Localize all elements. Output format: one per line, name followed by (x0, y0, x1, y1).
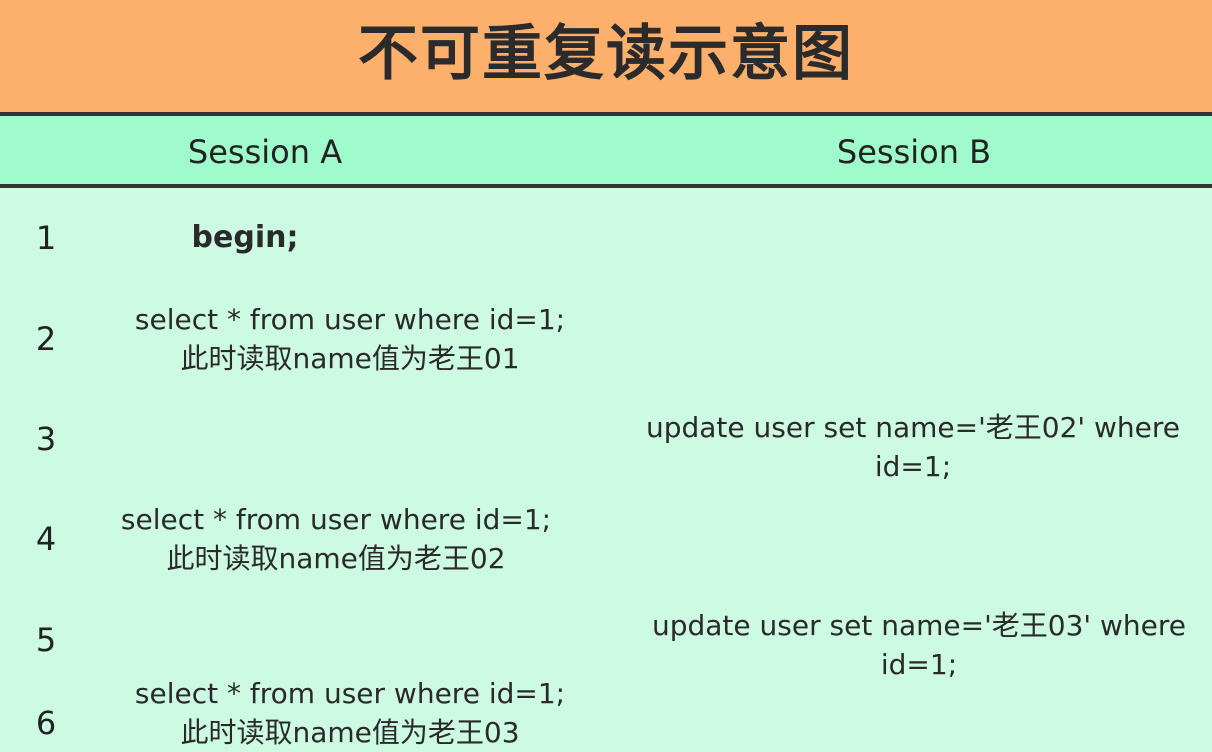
row-number: 4 (35, 520, 57, 558)
row-number: 1 (35, 219, 57, 257)
title-bar: 不可重复读示意图 (0, 0, 1212, 116)
header-row: Session A Session B (0, 116, 1212, 188)
session-a-line: select * from user where id=1; (120, 503, 552, 536)
session-a-cell: select * from user where id=1; 此时读取name值… (86, 500, 586, 578)
row-number: 3 (35, 420, 57, 458)
session-a-cell: begin; (110, 218, 380, 257)
session-a-line: 此时读取name值为老王01 (180, 342, 520, 375)
row-number: 6 (35, 704, 57, 742)
session-b-header: Session B (836, 133, 992, 171)
row-number: 5 (35, 621, 57, 659)
session-b-cell: update user set name='老王02' where id=1; (630, 408, 1196, 486)
session-b-line: update user set name='老王03' where (651, 609, 1186, 642)
session-a-line: select * from user where id=1; (134, 303, 566, 336)
session-b-line: id=1; (874, 450, 952, 483)
row-number: 2 (35, 320, 57, 358)
diagram-title: 不可重复读示意图 (358, 19, 854, 89)
session-a-line: begin; (191, 220, 299, 255)
session-b-line: update user set name='老王02' where (645, 411, 1180, 444)
session-a-cell: select * from user where id=1; 此时读取name值… (100, 300, 600, 378)
session-a-line: select * from user where id=1; (134, 677, 566, 710)
session-b-cell: update user set name='老王03' where id=1; (636, 606, 1202, 684)
session-a-cell: select * from user where id=1; 此时读取name值… (100, 674, 600, 752)
session-a-line: 此时读取name值为老王03 (180, 716, 520, 749)
session-a-line: 此时读取name值为老王02 (166, 542, 506, 575)
session-a-header: Session A (187, 133, 343, 171)
session-b-line: id=1; (880, 648, 958, 681)
